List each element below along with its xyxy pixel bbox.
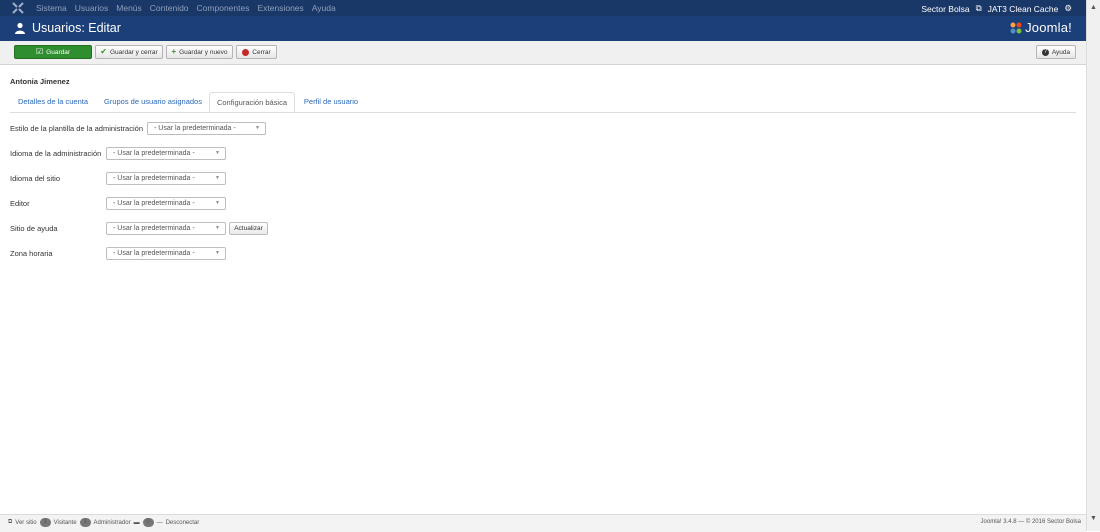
- close-label: Cerrar: [252, 48, 271, 56]
- plus-icon: +: [171, 47, 177, 56]
- save-label: Guardar: [46, 48, 71, 56]
- menu-contenido[interactable]: Contenido: [150, 3, 189, 13]
- admin-template-value: - Usar la predeterminada -: [154, 125, 236, 132]
- clean-cache-link[interactable]: JAT3 Clean Cache: [988, 4, 1059, 14]
- editor-select[interactable]: - Usar la predeterminada - ▼: [106, 197, 226, 210]
- main-menu: Sistema Usuarios Menús Contenido Compone…: [36, 3, 336, 13]
- status-bar: ⧉ Ver sitio 1 Visitante 1 Administrador …: [0, 514, 1086, 532]
- chevron-down-icon: ▼: [215, 250, 220, 256]
- admin-template-select[interactable]: - Usar la predeterminada - ▼: [147, 122, 266, 135]
- chevron-down-icon: ▼: [255, 125, 260, 131]
- close-circle-icon: [242, 48, 250, 56]
- page-header: Usuarios: Editar Joomla!: [0, 16, 1086, 41]
- tab-assigned-groups[interactable]: Grupos de usuario asignados: [99, 92, 207, 112]
- scroll-down-icon[interactable]: ▼: [1090, 515, 1097, 522]
- tab-account-details[interactable]: Detalles de la cuenta: [10, 92, 96, 112]
- external-link-icon: ⧉: [8, 519, 13, 525]
- brand-wordmark: Joomla!: [1025, 20, 1072, 35]
- user-name-heading: Antonia Jimenez: [10, 77, 70, 86]
- save-new-button[interactable]: + Guardar y nuevo: [166, 45, 233, 59]
- admins-label: Administrador: [93, 519, 131, 526]
- save-icon: ☑: [35, 47, 44, 56]
- external-link-icon: ⧉: [975, 3, 982, 13]
- chevron-down-icon: ▼: [215, 200, 220, 206]
- close-button[interactable]: Cerrar: [236, 45, 277, 59]
- status-items: ⧉ Ver sitio 1 Visitante 1 Administrador …: [8, 518, 199, 527]
- topbar-right: Sector Bolsa ⧉ JAT3 Clean Cache ⚙: [921, 3, 1072, 14]
- chevron-down-icon: ▼: [215, 150, 220, 156]
- check-icon: ✔: [100, 47, 107, 56]
- messages-count-badge[interactable]: 0: [142, 518, 154, 527]
- help-icon: ?: [1041, 48, 1049, 56]
- scroll-up-icon[interactable]: ▲: [1090, 4, 1097, 11]
- vertical-scrollbar[interactable]: ▲ ▼: [1086, 0, 1100, 531]
- user-icon: [15, 22, 25, 34]
- help-site-value: - Usar la predeterminada -: [113, 225, 195, 232]
- admins-count-badge: 1: [79, 518, 91, 527]
- timezone-value: - Usar la predeterminada -: [113, 250, 195, 257]
- admin-template-label: Estilo de la plantilla de la administrac…: [10, 124, 143, 133]
- menu-ayuda[interactable]: Ayuda: [312, 3, 336, 13]
- site-language-select[interactable]: - Usar la predeterminada - ▼: [106, 172, 226, 185]
- chevron-down-icon: ▼: [215, 175, 220, 181]
- save-close-label: Guardar y cerrar: [110, 48, 158, 56]
- joomla-brand-icon: [1010, 22, 1022, 33]
- admin-language-label: Idioma de la administración: [10, 149, 102, 158]
- joomla-brand: Joomla!: [1009, 20, 1072, 35]
- refresh-button[interactable]: Actualizar: [229, 222, 268, 235]
- minus-icon: —: [156, 519, 163, 526]
- site-language-label: Idioma del sitio: [10, 174, 61, 183]
- toolbar: ☑ Guardar ✔ Guardar y cerrar + Guardar y…: [0, 41, 1086, 65]
- save-new-label: Guardar y nuevo: [179, 48, 228, 56]
- visitors-count-badge: 1: [39, 518, 51, 527]
- tab-basic-settings[interactable]: Configuración básica: [209, 92, 295, 112]
- joomla-logo-icon[interactable]: [12, 2, 24, 14]
- menu-extensiones[interactable]: Extensiones: [257, 3, 303, 13]
- admin-language-value: - Usar la predeterminada -: [113, 150, 195, 157]
- site-link[interactable]: Sector Bolsa: [921, 4, 969, 14]
- tab-user-profile[interactable]: Perfil de usuario: [297, 92, 365, 112]
- settings-gear-icon[interactable]: ⚙: [1064, 3, 1072, 14]
- help-site-label: Sitio de ayuda: [10, 224, 58, 233]
- admin-menu-bar: Sistema Usuarios Menús Contenido Compone…: [0, 0, 1086, 16]
- admin-language-select[interactable]: - Usar la predeterminada - ▼: [106, 147, 226, 160]
- menu-sistema[interactable]: Sistema: [36, 3, 67, 13]
- help-label: Ayuda: [1051, 48, 1071, 56]
- menu-componentes[interactable]: Componentes: [197, 3, 250, 13]
- page-title: Usuarios: Editar: [32, 21, 121, 35]
- editor-value: - Usar la predeterminada -: [113, 200, 195, 207]
- view-site-link[interactable]: Ver sitio: [15, 520, 36, 526]
- visitors-label: Visitante: [53, 519, 77, 526]
- editor-label: Editor: [10, 199, 30, 208]
- logout-link[interactable]: Desconectar: [166, 520, 200, 526]
- menu-menus[interactable]: Menús: [116, 3, 142, 13]
- help-site-select[interactable]: - Usar la predeterminada - ▼: [106, 222, 226, 235]
- save-close-button[interactable]: ✔ Guardar y cerrar: [95, 45, 163, 59]
- help-button[interactable]: ? Ayuda: [1036, 45, 1076, 59]
- copyright-text: Joomla! 3.4.8 — © 2016 Sector Bolsa: [980, 519, 1081, 525]
- tab-bar: Detalles de la cuenta Grupos de usuario …: [10, 92, 1076, 113]
- save-button[interactable]: ☑ Guardar: [14, 45, 92, 59]
- menu-usuarios[interactable]: Usuarios: [75, 3, 109, 13]
- timezone-select[interactable]: - Usar la predeterminada - ▼: [106, 247, 226, 260]
- envelope-icon[interactable]: ▬: [134, 520, 140, 526]
- site-language-value: - Usar la predeterminada -: [113, 175, 195, 182]
- chevron-down-icon: ▼: [215, 225, 220, 231]
- timezone-label: Zona horaria: [10, 249, 53, 258]
